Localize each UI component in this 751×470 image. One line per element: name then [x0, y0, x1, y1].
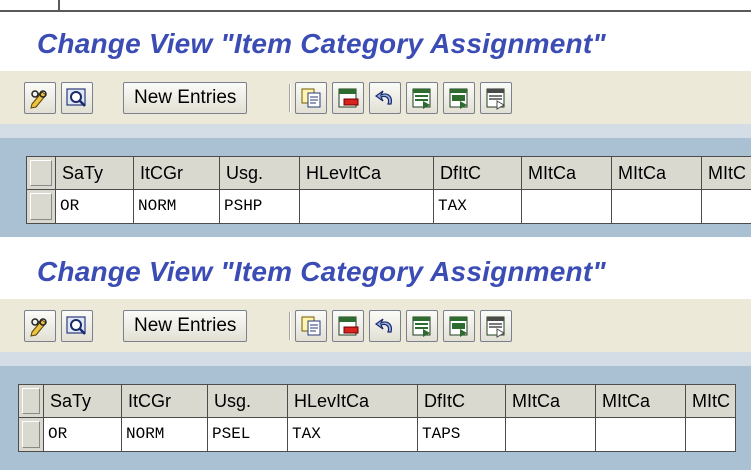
- column-header[interactable]: HLevItCa: [288, 384, 418, 418]
- table-area-rim: [0, 122, 751, 138]
- table-cell[interactable]: [702, 190, 751, 224]
- table-cell[interactable]: [522, 190, 612, 224]
- column-header[interactable]: SaTy: [56, 156, 134, 190]
- table-cell[interactable]: OR: [56, 190, 134, 224]
- copy-as-button[interactable]: [295, 310, 327, 342]
- display-change-button[interactable]: [24, 82, 56, 114]
- undo-icon: [374, 90, 392, 105]
- table-cell[interactable]: [612, 190, 702, 224]
- column-header[interactable]: DfItC: [418, 384, 506, 418]
- copy-as-button[interactable]: [295, 82, 327, 114]
- other-view-button[interactable]: [61, 310, 93, 342]
- display-change-icon: [66, 88, 86, 107]
- undo-icon: [374, 318, 392, 333]
- column-header[interactable]: MItCa: [612, 156, 702, 190]
- application-toolbar: New Entries: [0, 298, 751, 351]
- copy-icon: [301, 316, 321, 336]
- pencil-glasses-icon: [30, 90, 47, 109]
- toolbar-separator: [289, 312, 291, 340]
- column-header[interactable]: ItCGr: [134, 156, 220, 190]
- deselect-all-button[interactable]: [480, 82, 512, 114]
- new-entries-button[interactable]: New Entries: [123, 310, 248, 342]
- table-area: SaTy ItCGr Usg. HLevItCa DfItC MItCa MIt…: [0, 122, 751, 237]
- display-change-icon: [66, 316, 86, 335]
- select-all-icon: [412, 88, 431, 109]
- deselect-all-icon: [486, 88, 506, 110]
- select-all-button[interactable]: [406, 82, 438, 114]
- deselect-all-button[interactable]: [480, 310, 512, 342]
- page-title: Change View "Item Category Assignment": [37, 256, 606, 287]
- table-cell[interactable]: PSHP: [220, 190, 300, 224]
- select-all-button[interactable]: [406, 310, 438, 342]
- table-cell[interactable]: [506, 418, 596, 452]
- delete-button[interactable]: [332, 310, 364, 342]
- column-header[interactable]: MItCa: [522, 156, 612, 190]
- delete-button[interactable]: [332, 82, 364, 114]
- undo-change-button[interactable]: [369, 82, 401, 114]
- select-all-icon: [412, 316, 431, 337]
- column-header[interactable]: MItCa: [506, 384, 596, 418]
- screen-bottom: Change View "Item Category Assignment" N…: [0, 240, 751, 470]
- table-cell[interactable]: [300, 190, 434, 224]
- page-title: Change View "Item Category Assignment": [37, 28, 606, 59]
- row-selector[interactable]: [26, 190, 56, 224]
- column-header[interactable]: MItC: [686, 384, 736, 418]
- select-block-icon: [449, 88, 468, 109]
- copy-icon: [301, 88, 321, 108]
- column-header[interactable]: MItCa: [596, 384, 686, 418]
- row-selector[interactable]: [18, 418, 44, 452]
- other-view-button[interactable]: [61, 82, 93, 114]
- select-all-rows-cell[interactable]: [26, 156, 56, 190]
- column-header[interactable]: SaTy: [44, 384, 122, 418]
- application-toolbar: New Entries: [0, 70, 751, 123]
- select-block-button[interactable]: [443, 82, 475, 114]
- table-cell[interactable]: [596, 418, 686, 452]
- table-cell[interactable]: TAX: [434, 190, 522, 224]
- column-header[interactable]: HLevItCa: [300, 156, 434, 190]
- frame-line: [0, 10, 751, 12]
- select-all-rows-cell[interactable]: [18, 384, 44, 418]
- select-block-icon: [449, 316, 468, 337]
- table-area: SaTy ItCGr Usg. HLevItCa DfItC MItCa MIt…: [0, 350, 751, 470]
- delete-icon: [338, 316, 359, 336]
- table-cell[interactable]: TAPS: [418, 418, 506, 452]
- table-cell[interactable]: TAX: [288, 418, 418, 452]
- column-header[interactable]: Usg.: [208, 384, 288, 418]
- new-entries-button[interactable]: New Entries: [123, 82, 248, 114]
- frame-tick: [58, 0, 60, 10]
- deselect-all-icon: [486, 316, 506, 338]
- table-cell[interactable]: [686, 418, 736, 452]
- table-cell[interactable]: PSEL: [208, 418, 288, 452]
- table-cell[interactable]: NORM: [134, 190, 220, 224]
- column-header[interactable]: ItCGr: [122, 384, 208, 418]
- undo-change-button[interactable]: [369, 310, 401, 342]
- column-header[interactable]: MItC: [702, 156, 751, 190]
- screen-top: Change View "Item Category Assignment" N…: [0, 0, 751, 237]
- table-area-rim: [0, 350, 751, 366]
- column-header[interactable]: DfItC: [434, 156, 522, 190]
- delete-icon: [338, 88, 359, 108]
- pencil-glasses-icon: [30, 318, 47, 337]
- column-header[interactable]: Usg.: [220, 156, 300, 190]
- table-cell[interactable]: OR: [44, 418, 122, 452]
- select-block-button[interactable]: [443, 310, 475, 342]
- toolbar-separator: [289, 84, 291, 112]
- display-change-button[interactable]: [24, 310, 56, 342]
- table-cell[interactable]: NORM: [122, 418, 208, 452]
